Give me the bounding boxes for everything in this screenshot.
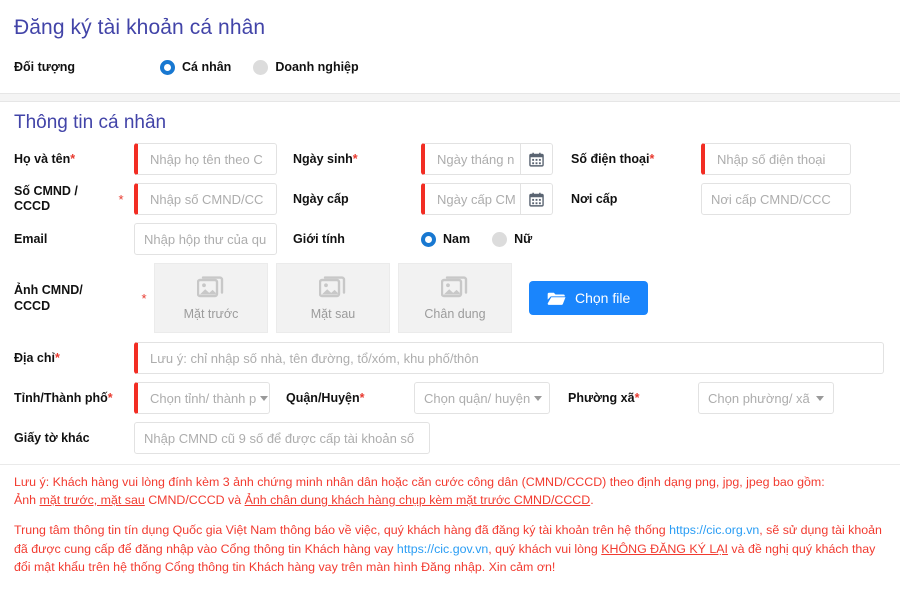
province-control: Chọn tỉnh/ thành p	[134, 382, 270, 414]
top-section: Đăng ký tài khoản cá nhân Đối tượng Cá n…	[0, 0, 900, 102]
province-label: Tỉnh/Thành phố*	[14, 390, 113, 405]
form-row-address: Địa chỉ* Lưu ý: chỉ nhập số nhà, tên đườ…	[14, 342, 886, 374]
subject-option-ca-nhan[interactable]: Cá nhân	[160, 59, 232, 75]
form-row-other-docs: Giấy tờ khác Nhập CMND cũ 9 số để được c…	[14, 422, 886, 454]
issue-place-control: Nơi cấp CMND/CCC	[701, 183, 851, 215]
no-reregister-emphasis: KHÔNG ĐĂNG KÝ LẠI	[601, 541, 728, 556]
subject-option-label: Cá nhân	[182, 60, 232, 74]
notice-underline-front-back: mặt trước, mặt sau	[39, 493, 145, 507]
issue-place-label: Nơi cấp	[571, 191, 618, 206]
district-select[interactable]: Chọn quận/ huyện	[414, 382, 550, 414]
gender-option-nam[interactable]: Nam	[421, 231, 471, 247]
full-name-input[interactable]: Nhập họ tên theo C	[134, 143, 277, 175]
issue-date-input[interactable]: Ngày cấp CM	[421, 183, 521, 215]
calendar-icon[interactable]	[521, 143, 553, 175]
radio-selected-icon[interactable]	[421, 231, 436, 247]
id-number-input[interactable]: Nhập số CMND/CC	[134, 183, 277, 215]
birth-date-control: Ngày tháng n	[421, 143, 553, 175]
phone-input[interactable]: Nhập số điện thoại	[701, 143, 851, 175]
section-title: Thông tin cá nhân	[14, 112, 167, 133]
email-control: Nhập hộp thư của qu	[134, 223, 277, 255]
radio-unselected-icon[interactable]	[492, 231, 508, 247]
image-icon	[441, 275, 469, 301]
district-select-value: Chọn quận/ huyện	[424, 390, 531, 406]
other-docs-label: Giấy tờ khác	[14, 430, 90, 445]
radio-selected-icon[interactable]	[160, 59, 175, 75]
chevron-down-icon	[260, 395, 269, 401]
full-name-control: Nhập họ tên theo C	[134, 143, 277, 175]
other-docs-control: Nhập CMND cũ 9 số để được cấp tài khoản …	[134, 422, 430, 454]
thumb-caption: Chân dung	[424, 307, 486, 321]
subject-option-doanh-nghiep[interactable]: Doanh nghiệp	[253, 59, 359, 75]
choose-file-button[interactable]: Chọn file	[529, 281, 649, 315]
subject-label: Đối tượng	[14, 60, 75, 74]
image-icon	[319, 275, 347, 301]
form-row-2: Số CMND / CCCD * Nhập số CMND/CC Ngày cấp…	[14, 183, 886, 215]
calendar-icon[interactable]	[521, 183, 553, 215]
gender-option-label: Nam	[443, 232, 471, 246]
ward-control: Chọn phường/ xã	[698, 382, 834, 414]
cic-gov-link[interactable]: https://cic.gov.vn	[397, 542, 488, 556]
chevron-down-icon	[534, 395, 543, 401]
attachment-notice-line1: Lưu ý: Khách hàng vui lòng đính kèm 3 ản…	[14, 475, 825, 489]
id-photos-row: Ảnh CMND/CCCD * Mặt trước Mặt sau Chân d…	[14, 263, 886, 333]
ward-select[interactable]: Chọn phường/ xã	[698, 382, 834, 414]
issue-date-label: Ngày cấp	[293, 191, 349, 206]
gender-label: Giới tính	[293, 231, 345, 246]
gender-radio-group: Nam Nữ	[421, 231, 533, 247]
district-label: Quận/Huyện*	[286, 390, 365, 405]
province-select-value: Chọn tỉnh/ thành p	[150, 390, 257, 406]
gender-option-label: Nữ	[514, 232, 533, 246]
attachment-notice-line2: Ảnh mặt trước, mặt sau CMND/CCCD và Ảnh …	[14, 493, 594, 507]
thumb-mat-truoc[interactable]: Mặt trước	[154, 263, 268, 333]
id-number-control: Nhập số CMND/CC	[134, 183, 277, 215]
form-row-1: Họ và tên* Nhập họ tên theo C Ngày sinh*…	[14, 143, 886, 175]
address-label: Địa chỉ*	[14, 350, 60, 365]
full-name-label: Họ và tên*	[14, 151, 76, 166]
thumb-mat-sau[interactable]: Mặt sau	[276, 263, 390, 333]
address-input[interactable]: Lưu ý: chỉ nhập số nhà, tên đường, tổ/xó…	[134, 342, 884, 374]
subject-option-label: Doanh nghiệp	[275, 60, 359, 74]
choose-file-label: Chọn file	[575, 290, 631, 306]
subject-radio-group: Cá nhân Doanh nghiệp	[160, 59, 359, 75]
form-row-3: Email Nhập hộp thư của qu Giới tính Nam …	[14, 223, 886, 255]
cic-org-link[interactable]: https://cic.org.vn	[669, 523, 759, 537]
phone-label: Số điện thoại*	[571, 151, 655, 166]
other-docs-input[interactable]: Nhập CMND cũ 9 số để được cấp tài khoản …	[134, 422, 430, 454]
section-divider	[0, 93, 900, 102]
thumb-caption: Mặt sau	[310, 307, 356, 321]
cic-notice: Trung tâm thông tin tín dụng Quốc gia Vi…	[14, 523, 882, 574]
birth-date-label: Ngày sinh*	[293, 151, 358, 166]
gender-option-nu[interactable]: Nữ	[492, 231, 533, 247]
id-number-label: Số CMND / CCCD	[14, 184, 78, 213]
subject-row: Đối tượng Cá nhân Doanh nghiệp	[14, 54, 900, 80]
ward-select-value: Chọn phường/ xã	[708, 390, 810, 406]
page-title: Đăng ký tài khoản cá nhân	[14, 16, 266, 39]
radio-unselected-icon[interactable]	[253, 59, 269, 75]
personal-info-form: Họ và tên* Nhập họ tên theo C Ngày sinh*…	[0, 143, 900, 454]
id-number-required-mark: *	[118, 191, 124, 207]
image-icon	[197, 275, 225, 301]
phone-control: Nhập số điện thoại	[701, 143, 851, 175]
province-select[interactable]: Chọn tỉnh/ thành p	[134, 382, 270, 414]
ward-label: Phường xã*	[568, 390, 640, 405]
id-photos-required-mark: *	[141, 290, 147, 306]
notice-underline-portrait: Ảnh chân dung khách hàng chụp kèm mặt tr…	[244, 493, 591, 507]
email-input[interactable]: Nhập hộp thư của qu	[134, 223, 277, 255]
thumb-caption: Mặt trước	[183, 307, 239, 321]
form-row-location: Tỉnh/Thành phố* Chọn tỉnh/ thành p Quận/…	[14, 382, 886, 414]
chevron-down-icon	[816, 395, 824, 401]
id-photo-thumbnails: Mặt trước Mặt sau Chân dung	[154, 263, 512, 333]
folder-icon	[547, 291, 566, 306]
id-photos-label: Ảnh CMND/CCCD	[14, 283, 83, 313]
email-label: Email	[14, 231, 48, 246]
birth-date-input[interactable]: Ngày tháng n	[421, 143, 521, 175]
district-control: Chọn quận/ huyện	[414, 382, 550, 414]
issue-date-control: Ngày cấp CM	[421, 183, 553, 215]
registration-page: Đăng ký tài khoản cá nhân Đối tượng Cá n…	[0, 0, 900, 600]
attachment-notice: Lưu ý: Khách hàng vui lòng đính kèm 3 ản…	[0, 465, 900, 509]
thumb-chan-dung[interactable]: Chân dung	[398, 263, 512, 333]
issue-place-input[interactable]: Nơi cấp CMND/CCC	[701, 183, 851, 215]
address-control: Lưu ý: chỉ nhập số nhà, tên đường, tổ/xó…	[134, 342, 884, 374]
